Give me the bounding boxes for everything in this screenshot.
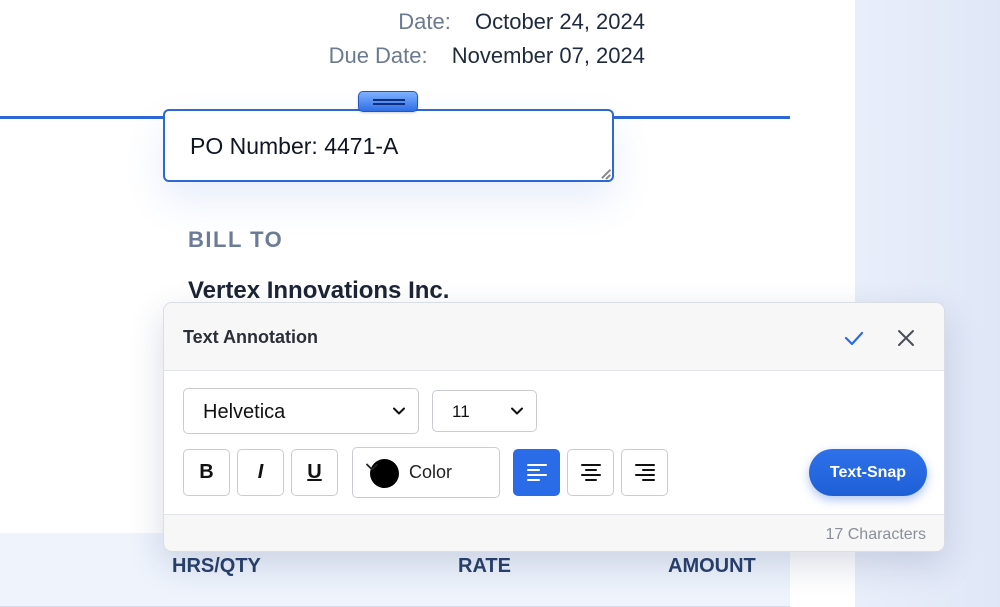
due-date-row: Due Date: November 07, 2024: [329, 43, 645, 69]
resize-grip-icon[interactable]: [600, 168, 610, 178]
align-right-icon: [635, 464, 655, 481]
close-button[interactable]: [893, 325, 919, 351]
date-label: Date:: [398, 9, 451, 34]
font-family-value: Helvetica: [203, 401, 286, 423]
panel-header: Text Annotation: [164, 303, 944, 371]
align-center-icon: [581, 464, 601, 481]
due-date-label: Due Date:: [328, 43, 428, 68]
client-name: Vertex Innovations Inc.: [188, 277, 450, 304]
color-picker-button[interactable]: Color: [352, 447, 500, 498]
text-annotation-box[interactable]: PO Number: 4471-A: [163, 109, 614, 182]
italic-button[interactable]: I: [237, 449, 284, 496]
drag-handle[interactable]: [358, 91, 418, 112]
chevron-down-icon: [366, 463, 378, 471]
column-amount: AMOUNT: [668, 555, 756, 577]
align-center-button[interactable]: [567, 449, 614, 496]
column-rate: RATE: [458, 555, 511, 577]
column-hrs-qty: HRS/QTY: [172, 555, 261, 577]
color-label: Color: [409, 462, 453, 482]
due-date-value: November 07, 2024: [451, 43, 645, 68]
bill-to-heading: BILL TO: [188, 227, 284, 252]
align-left-icon: [527, 464, 547, 481]
close-icon: [898, 330, 914, 346]
invoice-date-row: Date: October 24, 2024: [398, 9, 645, 35]
chevron-down-icon: [393, 407, 405, 415]
text-snap-button[interactable]: Text-Snap: [809, 449, 927, 496]
date-value: October 24, 2024: [474, 9, 645, 34]
confirm-button[interactable]: [841, 325, 867, 351]
font-size-select[interactable]: 11: [432, 390, 537, 432]
font-size-value: 11: [452, 402, 470, 421]
align-left-button[interactable]: [513, 449, 560, 496]
font-family-select[interactable]: Helvetica: [183, 388, 419, 434]
chevron-down-icon: [511, 407, 523, 415]
panel-title: Text Annotation: [183, 327, 318, 347]
text-annotation-panel: Text Annotation Helvetica 11 B I U Color: [163, 302, 945, 552]
align-right-button[interactable]: [621, 449, 668, 496]
underline-button[interactable]: U: [291, 449, 338, 496]
checkmark-icon: [844, 331, 864, 346]
bold-button[interactable]: B: [183, 449, 230, 496]
character-count: 17 Characters: [825, 526, 927, 543]
panel-footer: 17 Characters: [164, 514, 944, 551]
